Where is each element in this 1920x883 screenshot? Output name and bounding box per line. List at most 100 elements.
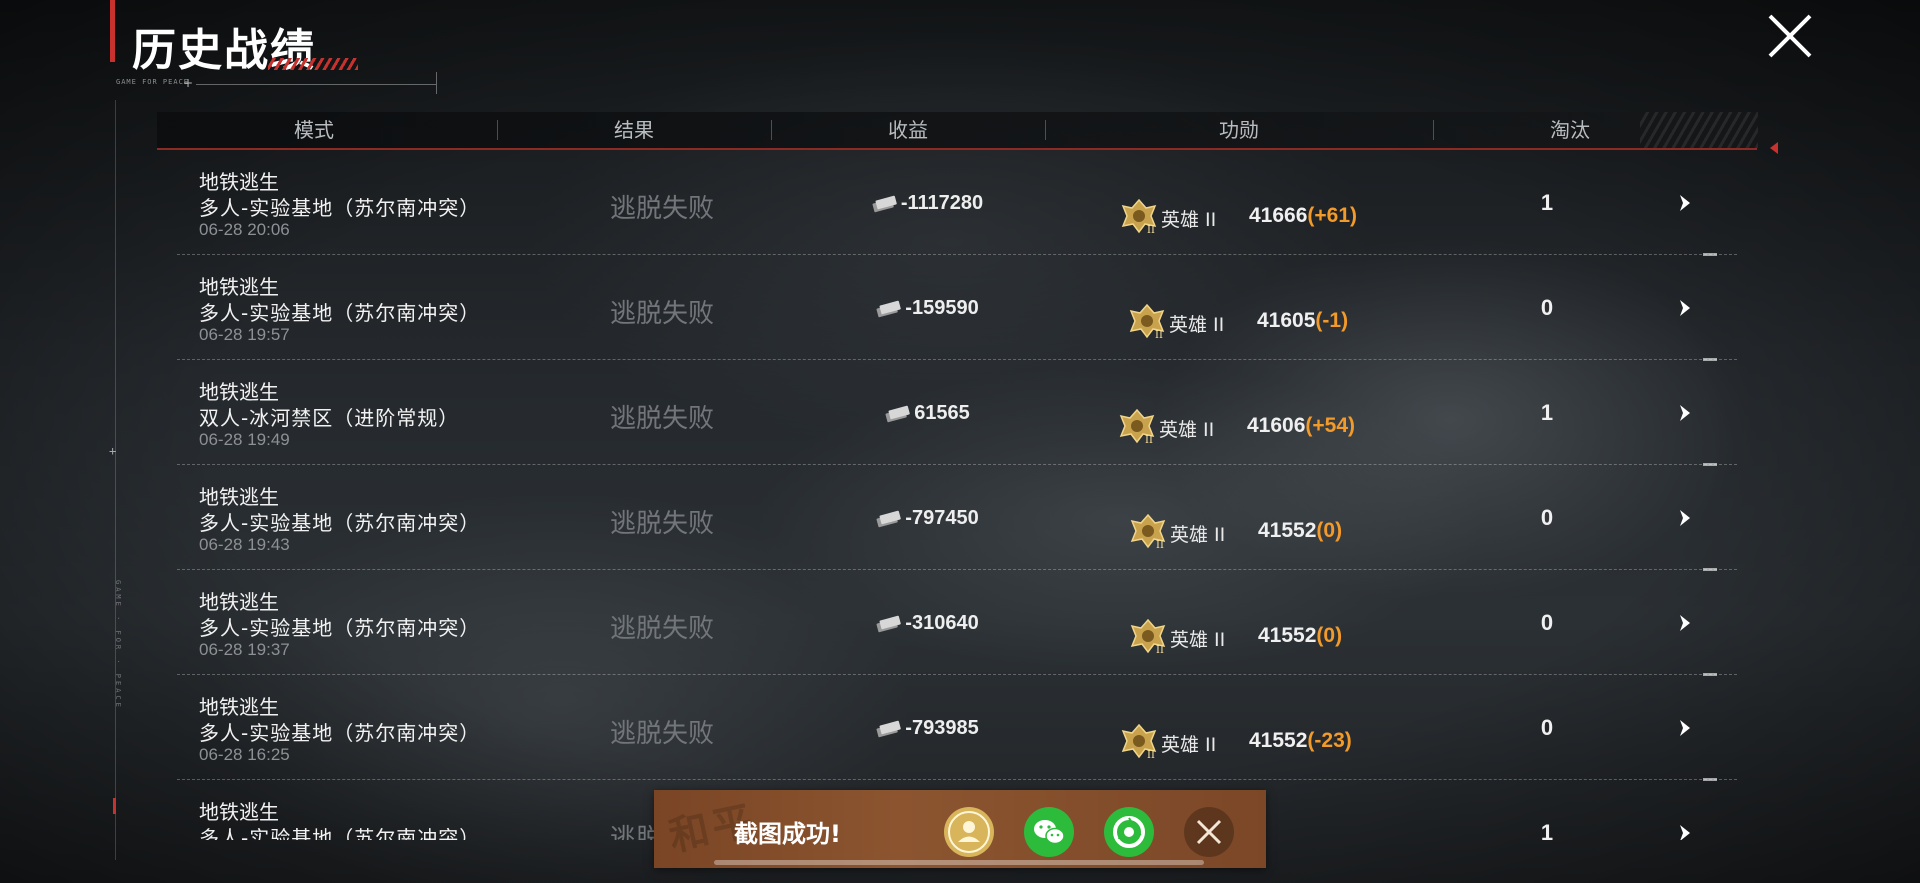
column-header-income: 收益 (888, 118, 928, 142)
eliminations-count: 0 (1540, 505, 1554, 530)
svg-text:II: II (1156, 540, 1164, 551)
income-cell: -310640 (797, 612, 1057, 635)
friend-avatar-icon (948, 811, 990, 853)
chevron-right-icon[interactable] (1675, 402, 1695, 424)
svg-text:II: II (1147, 225, 1155, 236)
merit-delta: (0) (1316, 624, 1343, 647)
page-subtitle: GAME FOR PEACE (116, 78, 190, 86)
merit-score: 41666(+61) (1249, 204, 1357, 228)
close-icon (1196, 819, 1222, 845)
merit-score: 41605(-1) (1257, 309, 1348, 333)
close-icon (1768, 14, 1812, 58)
match-time: 06-28 16:25 (199, 745, 290, 764)
left-vertical-text: GAME · FOR · PEACE (114, 580, 122, 710)
column-header-merit: 功勋 (1219, 118, 1259, 142)
merit-score: 41606(+54) (1247, 414, 1355, 438)
match-time: 06-28 19:57 (199, 325, 290, 344)
match-row[interactable]: 地铁逃生 多人-实验基地（苏尔南冲突） 06-28 19:37 逃脱失败 -31… (157, 570, 1757, 676)
merit-value: 41606 (1247, 414, 1306, 437)
rank-name: 英雄 II (1170, 629, 1226, 651)
merit-value: 41666 (1249, 204, 1308, 227)
mode-name: 地铁逃生 (199, 275, 279, 299)
income-value: -797450 (905, 507, 979, 529)
match-result: 逃脱失败 (609, 719, 714, 749)
home-indicator-bar[interactable] (714, 860, 1204, 865)
match-row[interactable]: 地铁逃生 多人-实验基地（苏尔南冲突） 06-28 20:06 逃脱失败 -11… (157, 150, 1757, 256)
money-icon (876, 300, 902, 317)
wechat-icon (1034, 820, 1065, 845)
header-red-marker (1770, 142, 1778, 154)
merit-delta: (+54) (1305, 414, 1356, 437)
eliminations-count: 0 (1540, 715, 1554, 740)
income-cell: -793985 (797, 717, 1057, 740)
share-moments-button[interactable] (1104, 807, 1154, 857)
moments-icon (1113, 816, 1145, 848)
match-row[interactable]: 地铁逃生 多人-实验基地（苏尔南冲突） 06-28 19:43 逃脱失败 -79… (157, 465, 1757, 571)
income-value: -793985 (905, 717, 979, 739)
money-icon (872, 195, 897, 212)
share-friend-button[interactable] (944, 807, 994, 857)
toast-close-button[interactable] (1184, 807, 1234, 857)
merit-value: 41552 (1258, 519, 1317, 542)
mode-name: 地铁逃生 (199, 380, 279, 404)
merit-score: 41552(-23) (1249, 729, 1352, 753)
close-button[interactable] (1764, 10, 1816, 62)
income-value: -159590 (905, 297, 979, 319)
mode-name: 地铁逃生 (199, 590, 279, 614)
share-wechat-button[interactable] (1024, 807, 1074, 857)
match-time: 06-28 20:06 (199, 220, 290, 239)
title-plus-mark: + (183, 76, 194, 90)
merit-delta: (-1) (1315, 309, 1349, 332)
map-name: 多人-实验基地（苏尔南冲突） (199, 721, 481, 745)
title-accent-bar (110, 0, 115, 62)
eliminations-count: 0 (1540, 295, 1554, 320)
title-underline (196, 84, 436, 85)
merit-score: 41552(0) (1258, 624, 1342, 648)
eliminations-count: 1 (1540, 400, 1554, 425)
rank-badge-icon: II (1130, 513, 1166, 551)
map-name: 双人-冰河禁区（进阶常规） (199, 406, 460, 430)
merit-score: 41552(0) (1258, 519, 1342, 543)
rank-badge-icon: II (1121, 723, 1157, 761)
eliminations-count: 1 (1540, 190, 1554, 215)
column-header-result: 结果 (614, 118, 654, 142)
rank-name: 英雄 II (1170, 524, 1226, 546)
chevron-right-icon[interactable] (1675, 612, 1695, 634)
table-header: 模式 结果 收益 功勋 淘汰 (157, 112, 1757, 150)
screenshot-toast: 和平 截图成功! (654, 790, 1266, 868)
income-value: 61565 (914, 402, 970, 424)
match-history-list[interactable]: 地铁逃生 多人-实验基地（苏尔南冲突） 06-28 20:06 逃脱失败 -11… (157, 150, 1757, 840)
chevron-right-icon[interactable] (1675, 717, 1695, 739)
merit-delta: (+61) (1307, 204, 1358, 227)
map-name: 多人-实验基地（苏尔南冲突） (199, 511, 481, 535)
rank-badge-icon: II (1119, 408, 1155, 446)
chevron-right-icon[interactable] (1675, 297, 1695, 319)
match-row[interactable]: 地铁逃生 双人-冰河禁区（进阶常规） 06-28 19:49 逃脱失败 6156… (157, 360, 1757, 466)
svg-text:II: II (1145, 435, 1153, 446)
rank-badge-icon: II (1130, 618, 1166, 656)
svg-text:II: II (1155, 330, 1163, 341)
mode-name: 地铁逃生 (199, 800, 279, 824)
match-row[interactable]: 地铁逃生 多人-实验基地（苏尔南冲突） 06-28 19:57 逃脱失败 -15… (157, 255, 1757, 361)
money-icon (876, 720, 902, 737)
title-hatch-decoration (268, 58, 358, 70)
chevron-right-icon[interactable] (1675, 822, 1695, 840)
income-cell: -159590 (797, 297, 1057, 320)
eliminations-count: 0 (1540, 610, 1554, 635)
match-result: 逃脱失败 (609, 509, 714, 539)
income-value: -310640 (905, 612, 979, 634)
chevron-right-icon[interactable] (1675, 192, 1695, 214)
match-row[interactable]: 地铁逃生 多人-实验基地（苏尔南冲突） 06-28 16:25 逃脱失败 -79… (157, 675, 1757, 781)
title-underline-end (436, 72, 437, 94)
mode-name: 地铁逃生 (199, 695, 279, 719)
chevron-right-icon[interactable] (1675, 507, 1695, 529)
mode-name: 地铁逃生 (199, 170, 279, 194)
match-time: 06-28 19:37 (199, 640, 290, 659)
rank-name: 英雄 II (1169, 314, 1225, 336)
header-stripe-decoration (1640, 112, 1758, 148)
eliminations-count: 1 (1540, 820, 1554, 840)
match-result: 逃脱失败 (609, 404, 714, 434)
merit-delta: (-23) (1307, 729, 1352, 752)
match-result: 逃脱失败 (609, 299, 714, 329)
match-result: 逃脱失败 (609, 194, 714, 224)
